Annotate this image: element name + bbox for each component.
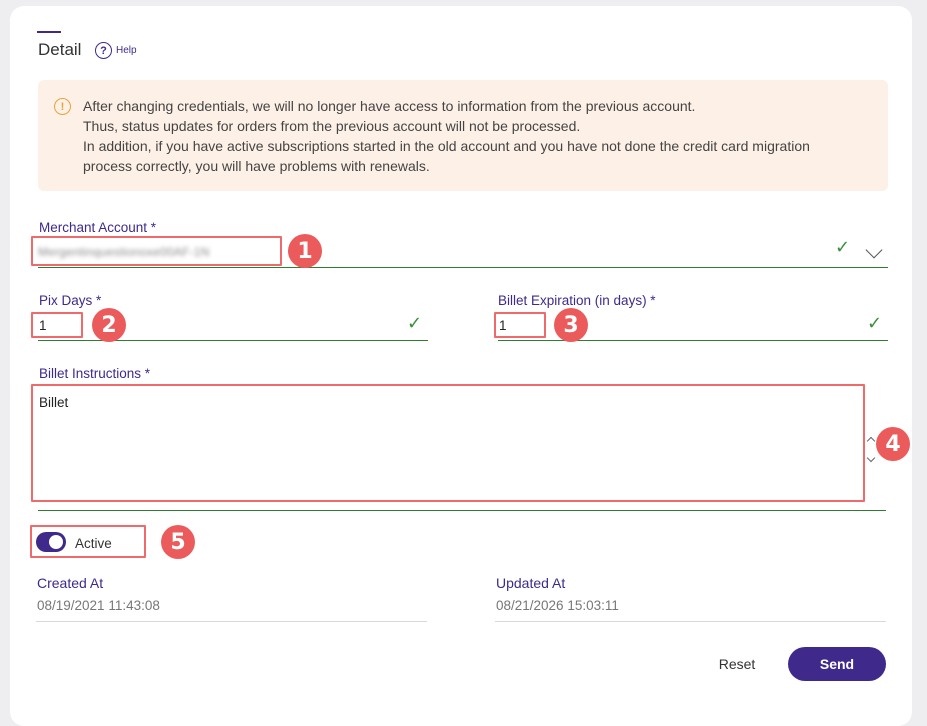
updated-at-underline: [495, 621, 886, 622]
billet-expiration-label: Billet Expiration (in days) *: [498, 293, 656, 308]
created-at-underline: [36, 621, 427, 622]
billet-instructions-label: Billet Instructions *: [39, 366, 151, 381]
alert-line: process correctly, you will have problem…: [83, 158, 430, 174]
billet-instructions-underline: [38, 510, 886, 511]
alert-line: Thus, status updates for orders from the…: [83, 118, 581, 134]
merchant-account-underline: [38, 267, 888, 268]
annotation-badge: 2: [92, 308, 126, 342]
help-icon[interactable]: ?: [95, 42, 112, 59]
annotation-badge: 3: [554, 308, 588, 342]
annotation-badge: 5: [161, 525, 195, 559]
annotation-badge: 1: [288, 234, 322, 268]
annotation-badge: 4: [876, 427, 910, 461]
updated-at-value: 08/21/2026 15:03:11: [496, 598, 619, 613]
page-title: Detail: [38, 40, 82, 59]
highlight-box: [31, 312, 83, 338]
billet-expiration-underline: [498, 340, 888, 341]
pix-days-underline: [38, 340, 428, 341]
pix-days-label: Pix Days *: [39, 293, 102, 308]
highlight-box: [494, 312, 546, 338]
warning-alert: ! After changing credentials, we will no…: [38, 80, 888, 191]
merchant-account-label: Merchant Account *: [39, 220, 157, 235]
warning-icon: !: [54, 98, 71, 115]
send-button[interactable]: Send: [788, 647, 886, 681]
valid-check-icon: ✓: [835, 237, 851, 257]
alert-line: After changing credentials, we will no l…: [83, 98, 696, 114]
valid-check-icon: ✓: [867, 313, 883, 333]
valid-check-icon: ✓: [407, 313, 423, 333]
created-at-value: 08/19/2021 11:43:08: [37, 598, 160, 613]
alert-line: In addition, if you have active subscrip…: [83, 138, 810, 154]
highlight-box: [31, 384, 865, 502]
highlight-box: [30, 525, 146, 558]
updated-at-label: Updated At: [496, 575, 566, 591]
reset-button[interactable]: Reset: [700, 648, 774, 680]
highlight-box: [31, 236, 282, 266]
created-at-label: Created At: [37, 575, 104, 591]
tab-indicator: [37, 31, 61, 33]
help-link[interactable]: Help: [116, 45, 137, 56]
